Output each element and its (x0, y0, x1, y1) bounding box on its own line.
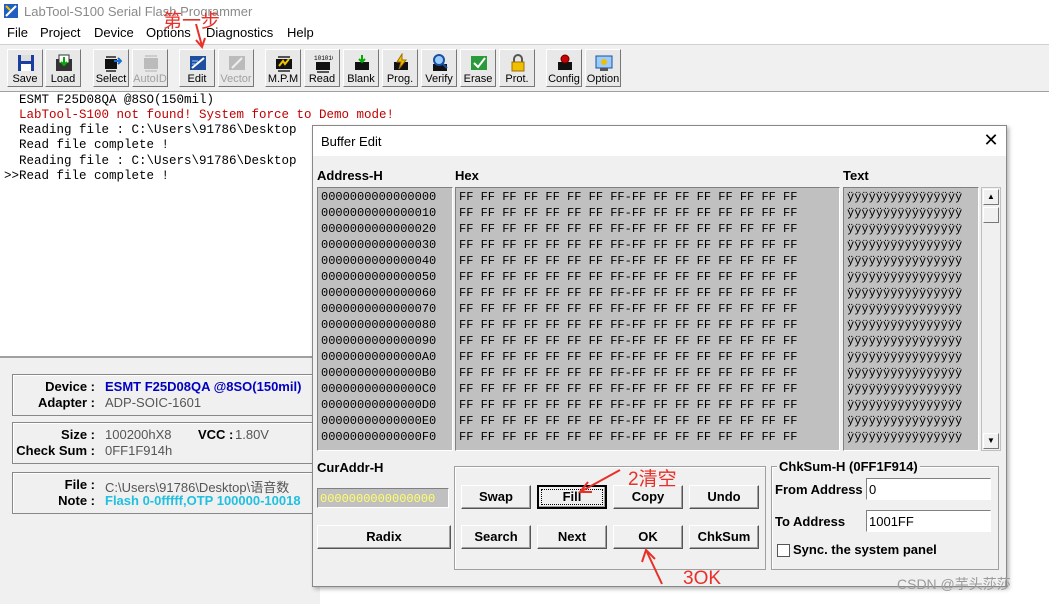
annotation-step3: 3OK (683, 568, 722, 589)
watermark: CSDN @芋头莎莎 (897, 576, 1011, 592)
annotation-step2: 2清空 (628, 469, 677, 490)
annotation-step1: 第一步 (163, 11, 221, 32)
annotation-arrows (195, 23, 663, 585)
arrow-step2 (579, 469, 621, 493)
arrow-step3 (645, 549, 663, 585)
